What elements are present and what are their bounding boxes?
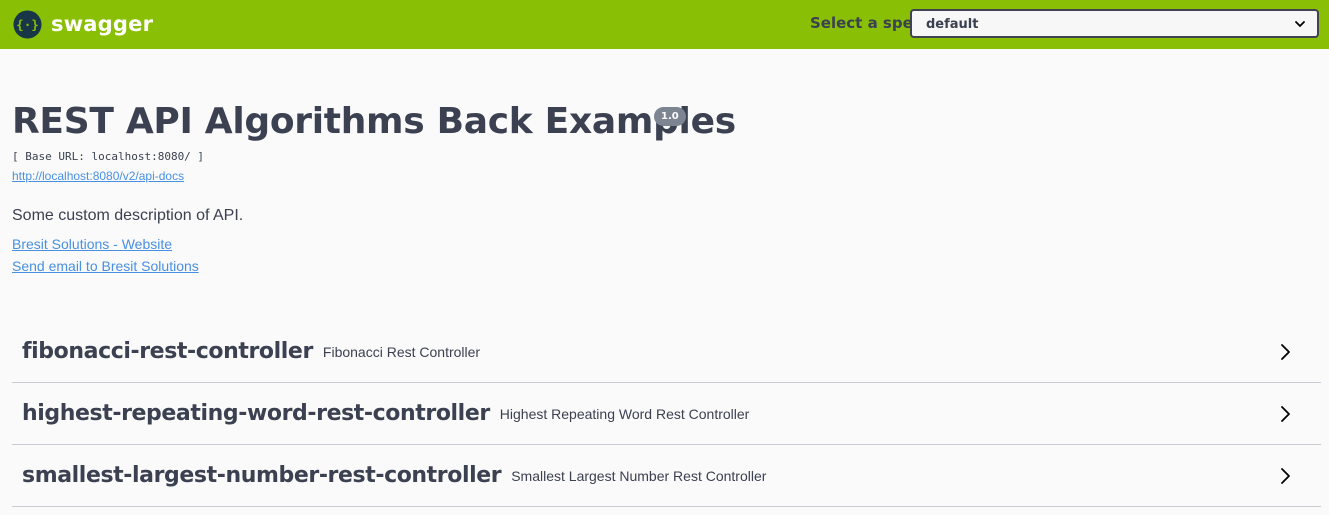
- tag-name: fibonacci-rest-controller: [22, 339, 313, 364]
- version-badge: 1.0: [654, 107, 686, 126]
- page-title: REST API Algorithms Back Examples: [12, 101, 736, 142]
- api-docs-link[interactable]: http://localhost:8080/v2/api-docs: [12, 169, 184, 183]
- base-url: [ Base URL: localhost:8080/ ]: [12, 150, 205, 163]
- chevron-down-icon: [1295, 21, 1305, 27]
- tag-name: smallest-largest-number-rest-controller: [22, 463, 502, 488]
- tag-highest-repeating-word-rest-controller[interactable]: highest-repeating-word-rest-controller H…: [12, 383, 1321, 445]
- spec-select[interactable]: default: [910, 9, 1319, 38]
- topbar: {·} swagger Select a spec default: [0, 0, 1329, 49]
- tag-description: Highest Repeating Word Rest Controller: [499, 405, 750, 422]
- swagger-braces-icon: {·}: [13, 9, 42, 39]
- svg-text:{·}: {·}: [16, 16, 39, 31]
- tag-description: Smallest Largest Number Rest Controller: [511, 467, 767, 484]
- website-link[interactable]: Bresit Solutions - Website: [12, 236, 172, 252]
- api-description: Some custom description of API.: [12, 207, 244, 224]
- tag-fibonacci-rest-controller[interactable]: fibonacci-rest-controller Fibonacci Rest…: [12, 321, 1321, 383]
- spec-selected-value: default: [926, 17, 979, 32]
- chevron-right-icon: [1281, 406, 1290, 422]
- tag-name: highest-repeating-word-rest-controller: [22, 401, 490, 426]
- swagger-logo-link[interactable]: {·} swagger: [13, 9, 153, 39]
- tag-description: Fibonacci Rest Controller: [322, 343, 481, 360]
- select-spec-label: Select a spec: [810, 14, 922, 32]
- email-link[interactable]: Send email to Bresit Solutions: [12, 258, 199, 274]
- tag-smallest-largest-number-rest-controller[interactable]: smallest-largest-number-rest-controller …: [12, 445, 1321, 507]
- chevron-right-icon: [1281, 468, 1290, 484]
- chevron-right-icon: [1281, 344, 1290, 360]
- logo-text: swagger: [51, 12, 154, 36]
